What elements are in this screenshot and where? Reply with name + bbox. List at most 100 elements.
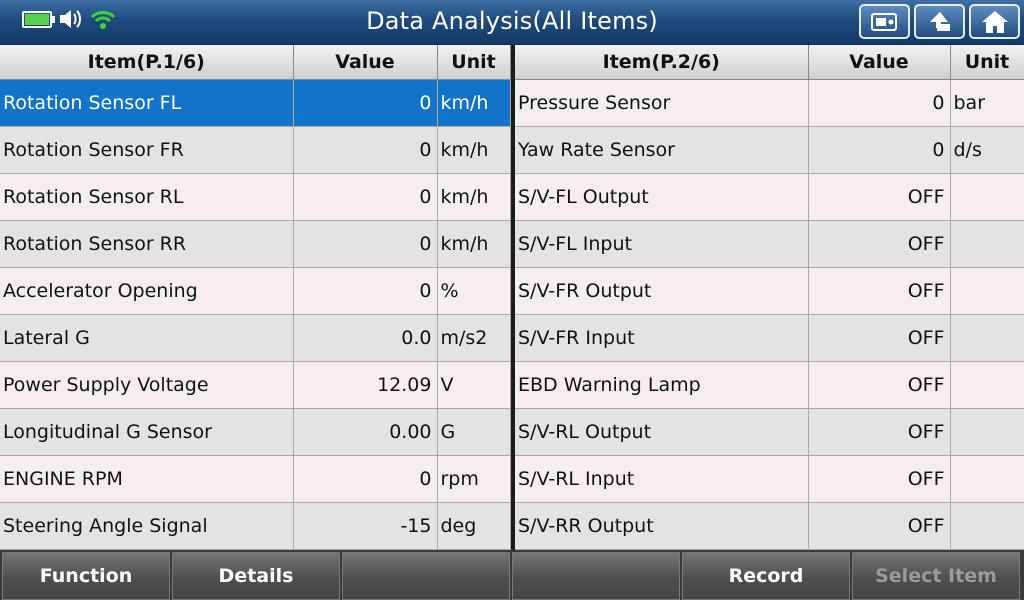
value-cell: OFF [808, 502, 951, 550]
unit-cell: deg [437, 502, 511, 550]
table-row[interactable]: S/V-FL Input OFF [515, 220, 1024, 268]
home-icon [981, 10, 1008, 33]
unit-cell: V [437, 361, 511, 409]
left-panel: Item(P.1/6) Value Unit Rotation Sensor F… [0, 45, 511, 550]
home-button[interactable] [969, 4, 1020, 39]
right-data-table: Item(P.2/6) Value Unit Pressure Sensor 0 b… [515, 45, 1024, 550]
value-cell: 12.09 [293, 361, 438, 409]
table-row[interactable]: Rotation Sensor RR 0 km/h [0, 220, 511, 268]
value-cell: OFF [808, 408, 951, 456]
unit-cell: m/s2 [437, 314, 511, 362]
screenshot-icon [870, 12, 897, 31]
unit-cell: rpm [437, 455, 511, 503]
value-cell: OFF [808, 267, 951, 315]
value-header: Value [808, 45, 951, 80]
table-row[interactable]: Power Supply Voltage 12.09 V [0, 361, 511, 409]
unit-cell [950, 361, 1024, 409]
empty-button-4[interactable] [512, 552, 680, 600]
back-button[interactable] [914, 4, 965, 39]
unit-cell [950, 455, 1024, 503]
value-cell: 0 [293, 455, 438, 503]
unit-cell: km/h [437, 79, 511, 127]
unit-cell [950, 502, 1024, 550]
value-cell: 0 [293, 126, 438, 174]
table-row[interactable]: ENGINE RPM 0 rpm [0, 455, 511, 503]
left-data-table: Item(P.1/6) Value Unit Rotation Sensor F… [0, 45, 511, 550]
unit-cell [950, 267, 1024, 315]
record-button[interactable]: Record [682, 552, 850, 600]
value-cell: 0 [293, 79, 438, 127]
function-button[interactable]: Function [2, 552, 170, 600]
value-cell: OFF [808, 173, 951, 221]
unit-header: Unit [437, 45, 511, 80]
table-row[interactable]: S/V-RR Output OFF [515, 502, 1024, 550]
value-cell: -15 [293, 502, 438, 550]
table-row[interactable]: Accelerator Opening 0% [0, 267, 511, 315]
value-cell: 0 [293, 173, 438, 221]
table-row[interactable]: Rotation Sensor FL 0 km/h [0, 79, 511, 127]
value-cell: OFF [808, 455, 951, 503]
unit-cell: G [437, 408, 511, 456]
unit-cell [950, 220, 1024, 268]
item-cell: EBD Warning Lamp [515, 361, 809, 409]
item-cell: Rotation Sensor RL [0, 173, 294, 221]
table-row[interactable]: S/V-FR Output OFF [515, 267, 1024, 315]
unit-cell [950, 408, 1024, 456]
table-row[interactable]: Pressure Sensor 0 bar [515, 79, 1024, 127]
table-row[interactable]: Longitudinal G Sensor 0.00 G [0, 408, 511, 456]
data-list-area: Item(P.1/6) Value Unit Rotation Sensor F… [0, 45, 1024, 550]
value-cell: OFF [808, 220, 951, 268]
item-cell: S/V-RL Input [515, 455, 809, 503]
table-row[interactable]: Rotation Sensor RL 0 km/h [0, 173, 511, 221]
unit-cell [950, 173, 1024, 221]
unit-cell: bar [950, 79, 1024, 127]
title-bar: Data Analysis(All Items) [0, 0, 1024, 45]
table-row[interactable]: S/V-FL Output OFF [515, 173, 1024, 221]
header-row: Item(P.1/6) Value Unit [0, 45, 511, 80]
value-header: Value [293, 45, 438, 80]
item-cell: Rotation Sensor FL [0, 79, 294, 127]
unit-cell: km/h [437, 220, 511, 268]
unit-cell: km/h [437, 173, 511, 221]
item-cell: Pressure Sensor [515, 79, 809, 127]
unit-cell: km/h [437, 126, 511, 174]
screenshot-button[interactable] [859, 4, 910, 39]
value-cell: 0.00 [293, 408, 438, 456]
value-cell: 0 [293, 267, 438, 315]
unit-cell: % [437, 267, 511, 315]
table-row[interactable]: Rotation Sensor FR 0 km/h [0, 126, 511, 174]
value-cell: OFF [808, 361, 951, 409]
table-row[interactable]: Steering Angle Signal -15 deg [0, 502, 511, 550]
unit-cell [950, 314, 1024, 362]
item-cell: Lateral G [0, 314, 294, 362]
item-header: Item(P.2/6) [515, 45, 809, 80]
table-row[interactable]: Yaw Rate Sensor 0 d/s [515, 126, 1024, 174]
table-row[interactable]: EBD Warning Lamp OFF [515, 361, 1024, 409]
function-bar: Function Details Record Select Item [0, 550, 1024, 600]
empty-button-3[interactable] [342, 552, 510, 600]
table-row[interactable]: S/V-RL Output OFF [515, 408, 1024, 456]
item-cell: Rotation Sensor FR [0, 126, 294, 174]
item-cell: S/V-RL Output [515, 408, 809, 456]
table-row[interactable]: S/V-RL Input OFF [515, 455, 1024, 503]
unit-header: Unit [950, 45, 1024, 80]
details-button[interactable]: Details [172, 552, 340, 600]
item-cell: Steering Angle Signal [0, 502, 294, 550]
value-cell: 0 [808, 79, 951, 127]
item-cell: Power Supply Voltage [0, 361, 294, 409]
table-row[interactable]: Lateral G 0.0 m/s2 [0, 314, 511, 362]
item-cell: S/V-FL Input [515, 220, 809, 268]
unit-cell: d/s [950, 126, 1024, 174]
header-row: Item(P.2/6) Value Unit [515, 45, 1024, 80]
value-cell: 0 [293, 220, 438, 268]
item-cell: Accelerator Opening [0, 267, 294, 315]
value-cell: 0 [808, 126, 951, 174]
value-cell: OFF [808, 314, 951, 362]
item-cell: Longitudinal G Sensor [0, 408, 294, 456]
back-arrow-icon [929, 11, 950, 31]
table-row[interactable]: S/V-FR Input OFF [515, 314, 1024, 362]
select-item-button[interactable]: Select Item [852, 552, 1020, 600]
item-header: Item(P.1/6) [0, 45, 294, 80]
value-cell: 0.0 [293, 314, 438, 362]
item-cell: Rotation Sensor RR [0, 220, 294, 268]
